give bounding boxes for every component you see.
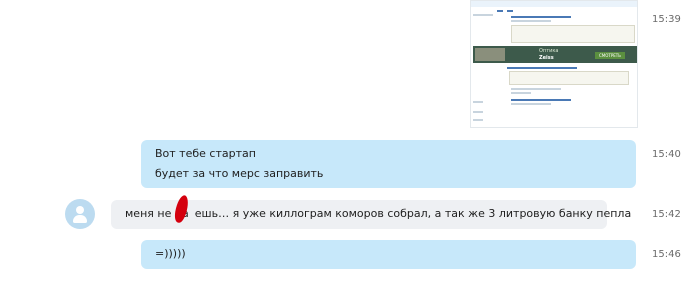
outgoing-message-bubble[interactable]: Вот тебе стартап будет за что мерс запра… — [141, 140, 636, 188]
message-timestamp: 15:40 — [652, 149, 681, 160]
thumbnail-nav-link — [497, 10, 503, 12]
thumbnail-text-line — [473, 14, 493, 16]
thumbnail-ad-subtitle: Zeiss — [539, 55, 554, 61]
thumbnail-ad-title: Оптика — [539, 48, 559, 54]
thumbnail-text-line — [511, 92, 531, 94]
thumbnail-ad-image — [475, 48, 505, 61]
thumbnail-quote-box — [509, 71, 629, 85]
shared-image-thumbnail[interactable]: Оптика Zeiss СМОТРЕТЬ — [470, 0, 638, 128]
default-user-avatar-icon-body — [73, 215, 87, 223]
thumbnail-post-box — [511, 25, 635, 43]
thumbnail-text-line — [473, 119, 483, 121]
thumbnail-text-line — [473, 111, 483, 113]
thumbnail-text-line — [473, 101, 483, 103]
message-text: ешь… я уже киллограм коморов собрал, а т… — [194, 207, 632, 220]
message-timestamp: 15:46 — [652, 249, 681, 260]
thumbnail-text-line — [511, 20, 551, 22]
message-text: =))))) — [155, 247, 186, 260]
contact-avatar[interactable] — [65, 199, 95, 229]
thumbnail-ad-button: СМОТРЕТЬ — [595, 52, 625, 59]
default-user-avatar-icon — [76, 206, 84, 214]
thumbnail-topic-link — [507, 67, 577, 69]
message-timestamp: 15:42 — [652, 209, 681, 220]
outgoing-message-bubble[interactable]: =))))) — [141, 240, 636, 269]
thumbnail-text-line — [511, 103, 551, 105]
thumbnail-topic-link — [511, 99, 571, 101]
thumbnail-browser-bar — [471, 1, 637, 7]
message-text-line: будет за что мерс заправить — [155, 167, 324, 180]
thumbnail-ad-banner: Оптика Zeiss СМОТРЕТЬ — [473, 46, 637, 63]
thumbnail-text-line — [511, 88, 561, 90]
message-text-line: Вот тебе стартап — [155, 147, 256, 160]
thumbnail-nav-link — [507, 10, 513, 12]
message-timestamp: 15:39 — [652, 14, 681, 25]
thumbnail-topic-link — [511, 16, 571, 18]
